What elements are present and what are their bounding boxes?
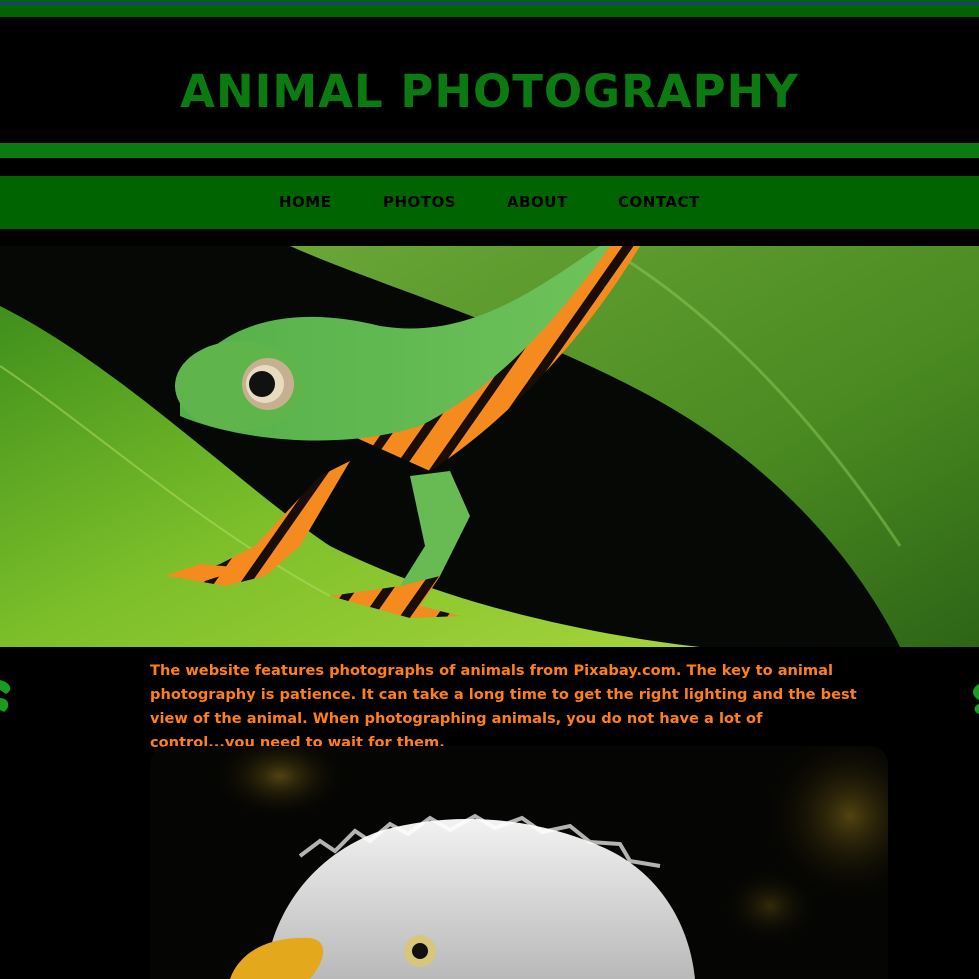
- site-title: ANIMAL PHOTOGRAPHY: [180, 65, 799, 118]
- top-bar: [0, 0, 979, 17]
- page: ANIMAL PHOTOGRAPHY HOME PHOTOS ABOUT CON…: [0, 0, 979, 979]
- leaf-decoration-right: [973, 684, 979, 714]
- main-nav: HOME PHOTOS ABOUT CONTACT: [0, 176, 979, 229]
- leaf-decoration-left: [0, 680, 11, 712]
- hero-frog-photo: [0, 246, 979, 647]
- site-header: ANIMAL PHOTOGRAPHY: [0, 17, 979, 143]
- intro-paragraph: The website features photographs of anim…: [150, 662, 857, 751]
- eagle-photo-image: [150, 746, 888, 979]
- header-divider-band: [0, 143, 979, 158]
- nav-about[interactable]: ABOUT: [507, 193, 568, 211]
- top-bar-stripe: [0, 2, 979, 5]
- nav-contact[interactable]: CONTACT: [618, 193, 700, 211]
- frog-photo-image: [0, 246, 979, 647]
- eagle-photo: [150, 746, 888, 979]
- nav-photos[interactable]: PHOTOS: [383, 193, 456, 211]
- nav-home[interactable]: HOME: [279, 193, 331, 211]
